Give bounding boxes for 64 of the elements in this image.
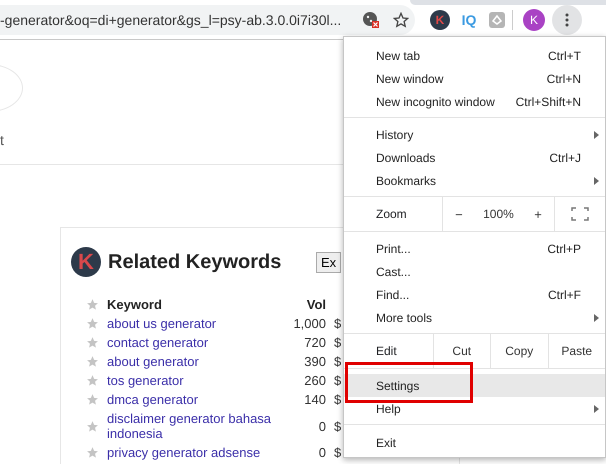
column-header: Keyword — [107, 297, 163, 312]
shortcut-text: Ctrl+T — [548, 48, 581, 62]
menu-item[interactable]: Print... Ctrl+P — [344, 237, 605, 260]
volume-cell-text: 260 — [303, 373, 326, 388]
column-header: Vol — [306, 297, 326, 312]
shortcut-text: Ctrl+J — [549, 150, 581, 164]
star-icon[interactable] — [86, 446, 98, 459]
keyword-link[interactable]: dmca generator — [107, 392, 282, 407]
shortcut-text: Ctrl+N — [546, 72, 581, 86]
star-icon[interactable] — [86, 298, 98, 311]
zoom-label: Zoom — [375, 206, 408, 223]
zoom-out-button[interactable]: − — [451, 206, 467, 222]
zoom-value: 100% — [483, 207, 514, 221]
star-icon[interactable] — [86, 420, 98, 432]
fullscreen-icon[interactable] — [571, 207, 589, 221]
menu-item[interactable]: New incognito window Ctrl+Shift+N — [344, 90, 605, 113]
page-text: t — [0, 132, 4, 148]
volume-cell-text: 0 — [318, 445, 326, 460]
logo: K — [71, 247, 101, 277]
volume-cell-text: 1,000 — [292, 316, 326, 331]
keyword-link[interactable]: disclaimer generator bahasa indonesia — [107, 411, 282, 441]
star-icon[interactable] — [86, 355, 98, 368]
shortcut-text: Ctrl+P — [547, 242, 581, 256]
volume-cell-text: 720 — [303, 335, 326, 350]
keyword-link[interactable]: about us generator — [107, 316, 282, 331]
star-icon[interactable] — [86, 317, 98, 330]
menu-icon[interactable] — [565, 12, 569, 26]
menu-item[interactable]: Help — [344, 397, 605, 420]
star-icon[interactable] — [86, 374, 98, 387]
menu-item[interactable]: Bookmarks — [344, 169, 605, 192]
menu-item[interactable]: Exit — [344, 431, 605, 454]
zoom-in-button[interactable]: + — [530, 206, 546, 222]
volume-cell-text: 140 — [303, 392, 326, 407]
menu-item[interactable]: Downloads Ctrl+J — [344, 146, 605, 169]
menu-button[interactable] — [552, 4, 582, 34]
star-icon[interactable] — [393, 12, 409, 28]
keyword-link[interactable]: privacy generator adsense — [107, 445, 282, 460]
menu-item[interactable]: More tools — [344, 306, 605, 329]
panel-title: Related Keywords — [108, 250, 282, 274]
menu-item[interactable]: Cast... — [344, 260, 605, 283]
keyword-link[interactable]: tos generator — [107, 373, 282, 388]
edit-action-button[interactable]: Cut — [432, 334, 490, 368]
keyword-link[interactable]: about generator — [107, 354, 282, 369]
address-bar[interactable]: -generator&oq=di+generator&gs_l=psy-ab.3.0.0i7i30l... — [0, 4, 415, 34]
cookie-blocked-icon[interactable] — [362, 10, 380, 28]
volume-cell-text: 0 — [318, 418, 326, 434]
extension-icon[interactable] — [488, 10, 506, 28]
edit-label: Edit — [375, 343, 398, 360]
menu-item[interactable]: New window Ctrl+N — [344, 67, 605, 90]
address-text: -generator&oq=di+generator&gs_l=psy-ab.3.0.0i7i30l... — [0, 12, 342, 28]
menu-item[interactable]: History — [344, 123, 605, 146]
menu-item[interactable]: Find... Ctrl+F — [344, 283, 605, 306]
menu-item[interactable]: Settings — [344, 374, 605, 397]
profile-avatar[interactable]: K — [523, 8, 545, 30]
shortcut-text: Ctrl+F — [548, 288, 581, 302]
keyword-link[interactable]: contact generator — [107, 335, 282, 350]
star-icon[interactable] — [86, 336, 98, 349]
volume-cell-text: 390 — [303, 354, 326, 369]
menu-item[interactable]: New tab Ctrl+T — [344, 44, 605, 67]
edit-action-button[interactable]: Paste — [548, 334, 605, 368]
edit-action-button[interactable]: Copy — [490, 334, 548, 368]
star-icon[interactable] — [86, 393, 98, 406]
export-button[interactable]: Ex — [316, 252, 342, 272]
shortcut-text: Ctrl+Shift+N — [516, 94, 581, 108]
